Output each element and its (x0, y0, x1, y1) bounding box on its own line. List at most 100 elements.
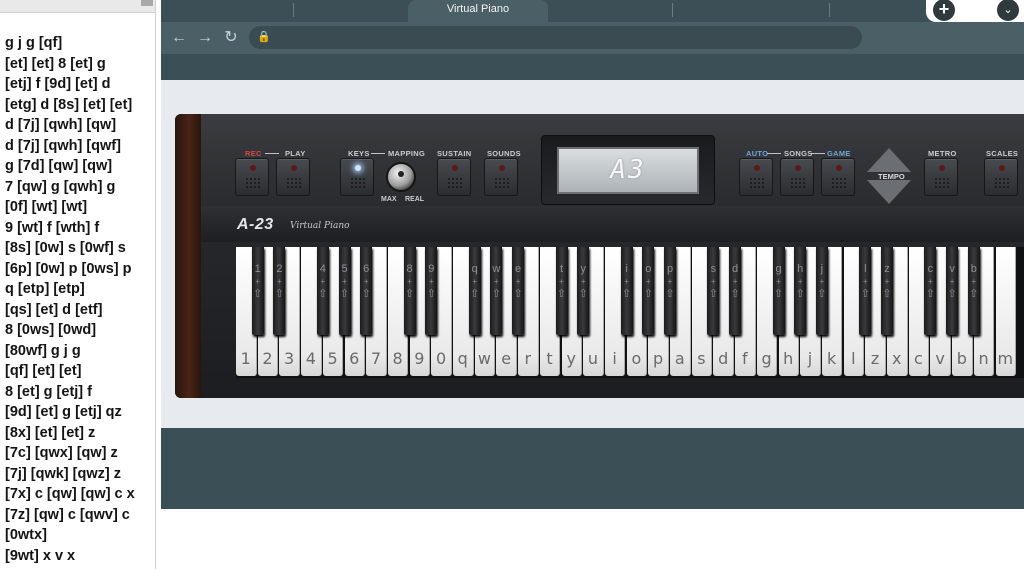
black-key[interactable]: d + ⇧ (729, 247, 742, 335)
auto-button[interactable] (739, 158, 773, 196)
tempo-down-arrow-icon[interactable] (867, 180, 911, 204)
play-button[interactable] (276, 158, 310, 196)
note-line: d [7j] [qwh] [qwf] (5, 137, 121, 154)
sustain-label: SUSTAIN (437, 149, 472, 158)
piano-wood-side (175, 114, 201, 398)
plus-icon: + (494, 277, 499, 286)
black-key[interactable]: o + ⇧ (642, 247, 655, 335)
white-key-label: i (612, 349, 617, 368)
shift-arrow-icon: ⇧ (730, 288, 740, 300)
black-key-label: q (471, 263, 478, 275)
grill-icon (350, 177, 366, 189)
keys-label: KEYS (348, 149, 370, 158)
plus-icon: + (407, 277, 412, 286)
metro-label: METRO (928, 149, 957, 158)
note-line: [8x] [et] [et] z (5, 424, 96, 441)
black-key[interactable]: h + ⇧ (794, 247, 807, 335)
black-key[interactable]: p + ⇧ (664, 247, 676, 335)
black-key[interactable]: 1 + ⇧ (251, 247, 264, 335)
scales-button[interactable] (984, 158, 1018, 196)
reload-icon[interactable]: ↻ (220, 27, 242, 49)
sounds-led (499, 165, 505, 171)
white-key-label: k (827, 349, 837, 368)
notepad-scrollbar[interactable] (141, 0, 153, 6)
shift-arrow-icon: ⇧ (708, 288, 718, 300)
black-key[interactable]: v + ⇧ (946, 247, 959, 335)
black-key[interactable]: c + ⇧ (924, 247, 937, 335)
sustain-button[interactable] (437, 158, 471, 196)
game-button[interactable] (821, 158, 855, 196)
note-line: g j g [qf] (5, 35, 63, 51)
address-bar[interactable]: 🔒 (249, 26, 862, 49)
grill-icon (934, 177, 950, 189)
white-key-label: b (956, 349, 967, 368)
white-key-label: d (718, 349, 729, 368)
black-key[interactable]: b + ⇧ (967, 247, 980, 335)
black-key[interactable]: q + ⇧ (468, 247, 481, 335)
piano-keyboard: 1 2 3 4 5 6 7 8 9 0 q w e r t y u i o p a s d f g h j k l z x c v b n m 1 + ⇧ 2… (236, 247, 1024, 378)
forward-icon[interactable]: → (194, 27, 216, 49)
new-tab-button[interactable]: + (933, 0, 955, 21)
black-key[interactable]: 4 + ⇧ (316, 247, 329, 335)
rec-led (250, 165, 256, 171)
white-key-label: f (742, 349, 748, 368)
black-key-label: w (492, 263, 501, 275)
label-divider (767, 153, 781, 154)
back-icon[interactable]: ← (168, 27, 190, 49)
shift-arrow-icon: ⇧ (773, 288, 784, 300)
tab-separator (293, 3, 294, 17)
black-key[interactable]: 2 + ⇧ (273, 247, 286, 335)
black-key[interactable]: e + ⇧ (512, 247, 525, 335)
lock-icon[interactable]: 🔒 (257, 30, 271, 44)
black-key[interactable]: s + ⇧ (707, 247, 720, 335)
notepad-text[interactable]: g j g [qf] [et] [et] 8 [et] g [etj] f [9d]… (5, 33, 155, 566)
note-line: 8 [0ws] [0wd] (5, 322, 97, 338)
black-key[interactable]: 6 + ⇧ (360, 247, 373, 335)
black-key[interactable]: y + ⇧ (577, 247, 590, 335)
white-key-label: o (631, 349, 642, 368)
black-key-label: 8 (406, 263, 413, 275)
tab-title: Virtual Piano (446, 3, 510, 15)
black-key[interactable]: z + ⇧ (881, 247, 893, 335)
black-key[interactable]: 5 + ⇧ (338, 247, 351, 335)
shift-arrow-icon: ⇧ (795, 288, 805, 300)
tab-virtual-piano[interactable]: Virtual Piano (408, 0, 548, 24)
white-key-label: v (935, 349, 945, 368)
black-key[interactable]: 8 + ⇧ (403, 247, 416, 335)
black-key[interactable]: j + ⇧ (815, 247, 828, 335)
shift-arrow-icon: ⇧ (643, 288, 653, 300)
shift-arrow-icon: ⇧ (817, 288, 827, 300)
white-key-label: 6 (349, 349, 360, 368)
rec-button[interactable] (235, 158, 269, 196)
grill-icon (749, 177, 765, 189)
tab-list-button[interactable]: ⌄ (997, 0, 1019, 21)
notepad-top-bar (0, 0, 155, 13)
sounds-button[interactable] (484, 158, 518, 196)
black-key[interactable]: t + ⇧ (555, 247, 568, 335)
plus-icon: + (884, 277, 890, 286)
white-key-label: z (870, 349, 880, 368)
black-key[interactable]: l + ⇧ (859, 247, 872, 335)
black-key[interactable]: g + ⇧ (772, 247, 785, 335)
black-key-label: g (775, 263, 782, 275)
notepad-panel[interactable]: g j g [qf] [et] [et] 8 [et] g [etj] f [9d]… (0, 0, 156, 569)
black-key[interactable]: w + ⇧ (490, 247, 503, 335)
white-key[interactable]: m (995, 247, 1016, 376)
note-line: [et] [et] 8 [et] g (5, 55, 106, 72)
black-key[interactable]: 9 + ⇧ (425, 247, 438, 335)
mapping-knob[interactable] (386, 162, 416, 192)
songs-button[interactable] (780, 158, 814, 196)
site-header-bar (161, 54, 1024, 80)
shift-arrow-icon: ⇧ (339, 288, 350, 300)
black-key[interactable]: i + ⇧ (620, 247, 633, 335)
black-key-label: j (820, 263, 824, 275)
auto-led (754, 165, 760, 171)
label-divider (265, 153, 279, 154)
note-line: [9wt] x v x (5, 547, 76, 564)
shift-arrow-icon: ⇧ (556, 288, 567, 300)
sounds-label: SOUNDS (487, 149, 521, 158)
keys-button[interactable] (340, 158, 374, 196)
tempo-up-arrow-icon[interactable] (867, 148, 911, 172)
metro-button[interactable] (924, 158, 958, 196)
white-key-label: 9 (414, 349, 425, 368)
